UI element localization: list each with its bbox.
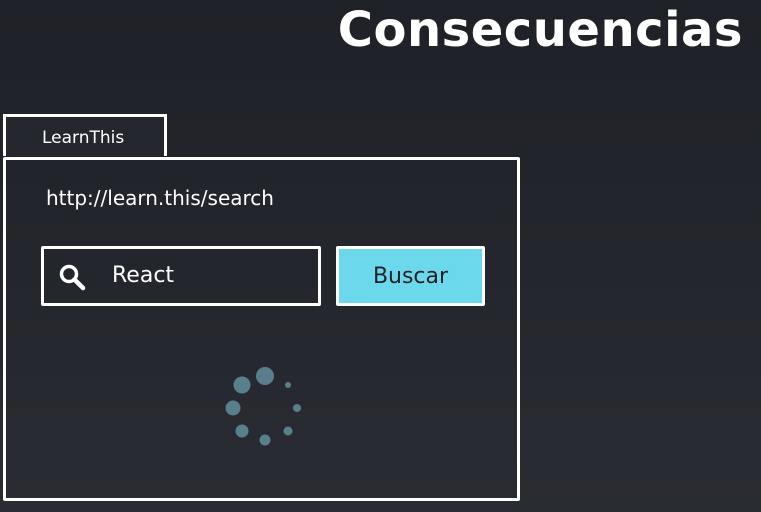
address-bar-url[interactable]: http://learn.this/search xyxy=(46,186,274,210)
browser-tab[interactable]: LearnThis xyxy=(3,114,167,156)
search-input[interactable]: React xyxy=(41,246,321,306)
loading-spinner-icon xyxy=(225,367,301,446)
tab-label: LearnThis xyxy=(42,128,125,148)
search-icon xyxy=(59,264,86,291)
search-input-value: React xyxy=(112,263,175,288)
search-button[interactable]: Buscar xyxy=(336,246,485,306)
browser-window: http://learn.this/search React Buscar xyxy=(3,157,520,501)
slide-title: Consecuencias xyxy=(337,2,743,58)
